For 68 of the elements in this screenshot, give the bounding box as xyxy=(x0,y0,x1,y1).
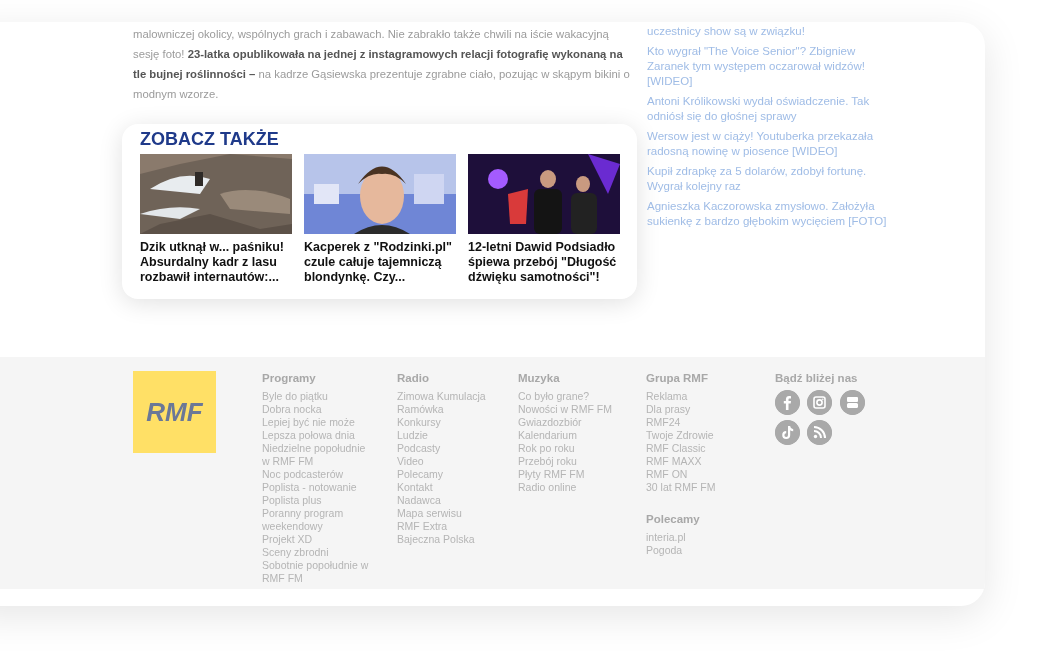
footer-link[interactable]: Dobra nocka xyxy=(262,403,374,416)
footer-heading: Programy xyxy=(262,371,317,385)
footer-link[interactable]: Kontakt xyxy=(397,481,509,494)
footer-link[interactable]: Ludzie xyxy=(397,429,509,442)
footer-link[interactable]: Noc podcasterów xyxy=(262,468,374,481)
footer-link[interactable]: RMF24 xyxy=(646,416,758,429)
footer-link[interactable]: Gwiazdozbiór xyxy=(518,416,630,429)
news-link[interactable]: Antoni Królikowski wydał oświadczenie. Tak odniósł się do głośnej sprawy xyxy=(647,94,892,124)
article-caption[interactable]: 12-letni Dawid Podsiadło śpiewa przebój "Długość dźwięku samotności"! xyxy=(468,240,620,285)
footer-link[interactable]: RMF MAXX xyxy=(646,455,758,468)
article-card[interactable]: Kacperek z "Rodzinki.pl" czule całuje tajemniczą blondynkę. Czy... xyxy=(304,154,456,285)
rss-icon[interactable] xyxy=(807,420,833,445)
footer-link[interactable]: Dla prasy xyxy=(646,403,758,416)
footer-link[interactable]: Rok po roku xyxy=(518,442,630,455)
footer-link[interactable]: Nadawca xyxy=(397,494,509,507)
footer-heading: Polecamy xyxy=(646,512,701,526)
footer-link[interactable]: Kalendarium xyxy=(518,429,630,442)
article-caption[interactable]: Kacperek z "Rodzinki.pl" czule całuje tajemniczą blondynkę. Czy... xyxy=(304,240,456,285)
footer-link[interactable]: Płyty RMF FM xyxy=(518,468,630,481)
article-card[interactable]: 12-letni Dawid Podsiadło śpiewa przebój "Długość dźwięku samotności"! xyxy=(468,154,620,285)
news-link[interactable]: uczestnicy show są w związku! xyxy=(647,24,892,39)
news-link[interactable]: Kupił zdrapkę za 5 dolarów, zdobył fortunę. Wygrał kolejny raz xyxy=(647,164,892,194)
footer-link[interactable]: interia.pl xyxy=(646,531,758,544)
rmf-logo[interactable]: RMF xyxy=(133,371,216,453)
footer-link[interactable]: Sceny zbrodni xyxy=(262,546,374,559)
footer-link[interactable]: RMF Extra xyxy=(397,520,509,533)
news-link[interactable]: Wersow jest w ciąży! Youtuberka przekazała radosną nowinę w piosence [WIDEO] xyxy=(647,129,892,159)
footer-link[interactable]: Nowości w RMF FM xyxy=(518,403,630,416)
footer-link[interactable]: Bajeczna Polska xyxy=(397,533,509,546)
footer-link[interactable]: Byle do piątku xyxy=(262,390,374,403)
article-card[interactable]: Dzik utknął w... paśniku! Absurdalny kadr z lasu rozbawił internautów:... xyxy=(140,154,292,285)
article-paragraph: malowniczej okolicy, wspólnych grach i zabawach. Nie zabrakło także chwili na iście wakacyjną sesję foto! 23-latka opublikowała na jednej z instagramowych relacji fotografię wykonaną na tle bujnej roślinności – na kadrze Gąsiewska prezentuje zgrabne ciało, pozując w skąpym bikini o modnym wzorze. xyxy=(133,27,631,102)
footer-link[interactable]: RMF ON xyxy=(646,468,758,481)
footer-link[interactable]: Lepsza połowa dnia xyxy=(262,429,374,442)
footer-link[interactable]: Twoje Zdrowie xyxy=(646,429,758,442)
footer-link[interactable]: Co było grane? xyxy=(518,390,630,403)
footer-heading: Grupa RMF xyxy=(646,371,709,385)
footer-heading: Radio xyxy=(397,371,430,385)
footer-link[interactable]: Podcasty xyxy=(397,442,509,455)
footer-heading: Bądź bliżej nas xyxy=(775,371,859,385)
footer-heading: Muzyka xyxy=(518,371,561,385)
footer-link[interactable]: Sobotnie popołudnie w RMF FM xyxy=(262,559,374,585)
tiktok-icon[interactable] xyxy=(775,420,800,445)
news-link[interactable]: Agnieszka Kaczorowska zmysłowo. Założyła sukienkę z bardzo głębokim wycięciem [FOTO] xyxy=(647,199,892,229)
footer-link[interactable]: RMF Classic xyxy=(646,442,758,455)
footer-link[interactable]: Konkursy xyxy=(397,416,509,429)
footer-link[interactable]: Video xyxy=(397,455,509,468)
footer-link[interactable]: Lepiej być nie może xyxy=(262,416,374,429)
footer-link[interactable]: Polecamy xyxy=(397,468,509,481)
footer-link[interactable]: Zimowa Kumulacja xyxy=(397,390,509,403)
instagram-icon[interactable] xyxy=(807,390,833,415)
footer-link[interactable]: Ramówka xyxy=(397,403,509,416)
footer-link[interactable]: Poplista - notowanie xyxy=(262,481,374,494)
footer-link[interactable]: 30 lat RMF FM xyxy=(646,481,758,494)
footer-link[interactable]: Projekt XD xyxy=(262,533,374,546)
footer-link[interactable]: Pogoda xyxy=(646,544,758,557)
footer-link[interactable]: Poranny program weekendowy xyxy=(262,507,374,533)
footer-link[interactable]: Przebój roku xyxy=(518,455,630,468)
footer-link[interactable]: Niedzielne popołudnie w RMF FM xyxy=(262,442,374,468)
logo-text: RMF xyxy=(146,395,203,429)
facebook-icon[interactable] xyxy=(775,390,800,415)
footer-link[interactable]: Reklama xyxy=(646,390,758,403)
section-title: ZOBACZ TAKŻE xyxy=(140,128,280,150)
footer-link[interactable]: Mapa serwisu xyxy=(397,507,509,520)
footer-link[interactable]: Poplista plus xyxy=(262,494,374,507)
footer-link[interactable]: Radio online xyxy=(518,481,630,494)
article-caption[interactable]: Dzik utknął w... paśniku! Absurdalny kadr z lasu rozbawił internautów:... xyxy=(140,240,292,285)
news-link[interactable]: Kto wygrał "The Voice Senior"? Zbigniew Zaranek tym występem oczarował widzów! [WIDEO] xyxy=(647,44,892,89)
